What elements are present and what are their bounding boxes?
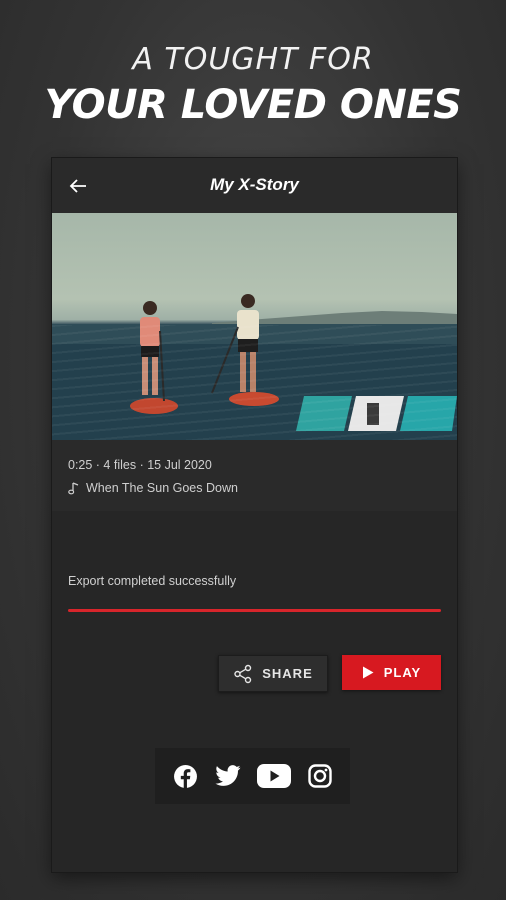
youtube-share-button[interactable] xyxy=(256,763,291,789)
play-label: PLAY xyxy=(383,665,422,680)
phone-screen: My X-Story 0:25 · 4 files · 15 Jul 2020 … xyxy=(52,158,457,872)
play-button[interactable]: PLAY xyxy=(342,655,441,690)
story-title: My X-Story xyxy=(210,175,299,194)
song-title: When The Sun Goes Down xyxy=(86,481,238,495)
twitter-icon xyxy=(214,765,240,786)
export-status: Export completed successfully xyxy=(68,574,237,588)
export-progress-bar xyxy=(68,609,441,612)
twitter-share-button[interactable] xyxy=(214,763,241,789)
social-share-bar xyxy=(155,748,350,804)
story-meta: 0:25 · 4 files · 15 Jul 2020 xyxy=(68,458,212,472)
share-button[interactable]: SHARE xyxy=(218,655,328,692)
facebook-share-button[interactable] xyxy=(173,763,199,789)
promo-line-2: YOUR LOVED ONES xyxy=(44,82,462,128)
music-note-icon xyxy=(68,481,79,494)
instagram-icon xyxy=(307,764,332,788)
share-icon xyxy=(234,664,252,683)
story-info: 0:25 · 4 files · 15 Jul 2020 When The Su… xyxy=(52,440,457,511)
youtube-icon xyxy=(256,764,291,788)
facebook-icon xyxy=(174,764,197,788)
song-row: When The Sun Goes Down xyxy=(68,481,238,495)
water-texture xyxy=(52,325,457,440)
instagram-share-button[interactable] xyxy=(307,763,333,789)
promo-line-1: A TOUGHT FOR xyxy=(132,42,374,77)
share-label: SHARE xyxy=(262,666,313,681)
export-progress-fill xyxy=(68,609,441,612)
app-bar: My X-Story xyxy=(52,158,457,213)
play-icon xyxy=(362,666,374,679)
story-video-preview[interactable] xyxy=(52,213,457,440)
